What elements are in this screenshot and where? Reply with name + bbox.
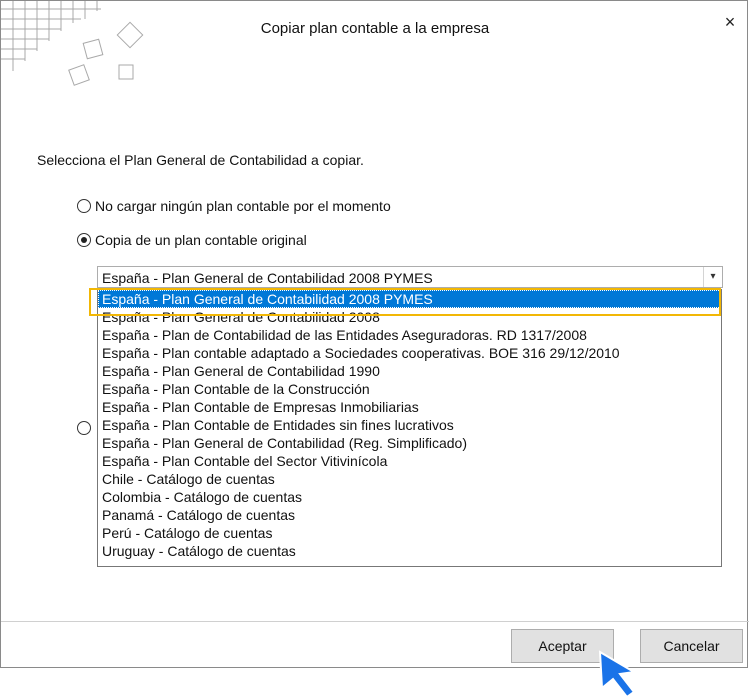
- dropdown-item[interactable]: España - Plan Contable de Empresas Inmob…: [98, 398, 721, 416]
- dropdown-item[interactable]: España - Plan contable adaptado a Socied…: [98, 344, 721, 362]
- close-icon[interactable]: ×: [721, 13, 739, 31]
- dropdown-item[interactable]: España - Plan de Contabilidad de las Ent…: [98, 326, 721, 344]
- dropdown-item[interactable]: España - Plan General de Contabilidad 20…: [98, 290, 721, 308]
- cancel-button[interactable]: Cancelar: [640, 629, 743, 663]
- app-logo-icon: [1, 1, 144, 86]
- radio-no-plan[interactable]: No cargar ningún plan contable por el mo…: [77, 198, 391, 214]
- dropdown-item[interactable]: Panamá - Catálogo de cuentas: [98, 506, 721, 524]
- radio-button-third[interactable]: [77, 421, 91, 435]
- dropdown-item[interactable]: España - Plan Contable del Sector Vitivi…: [98, 452, 721, 470]
- dropdown-item[interactable]: España - Plan Contable de la Construcció…: [98, 380, 721, 398]
- instruction-text: Selecciona el Plan General de Contabilid…: [37, 152, 364, 168]
- radio-button[interactable]: [77, 199, 91, 213]
- plan-select[interactable]: España - Plan General de Contabilidad 20…: [97, 266, 723, 288]
- dropdown-item[interactable]: Perú - Catálogo de cuentas: [98, 524, 721, 542]
- plan-dropdown-list[interactable]: España - Plan General de Contabilidad 20…: [97, 289, 722, 567]
- dropdown-item[interactable]: Uruguay - Catálogo de cuentas: [98, 542, 721, 560]
- footer-divider: [1, 621, 749, 622]
- radio-label: Copia de un plan contable original: [95, 232, 307, 248]
- dropdown-item[interactable]: Colombia - Catálogo de cuentas: [98, 488, 721, 506]
- plan-select-value: España - Plan General de Contabilidad 20…: [102, 270, 433, 286]
- window-title: Copiar plan contable a la empresa: [260, 20, 490, 37]
- cursor-arrow-icon: [598, 650, 637, 698]
- chevron-down-icon[interactable]: ▾: [703, 267, 722, 287]
- dropdown-item[interactable]: Chile - Catálogo de cuentas: [98, 470, 721, 488]
- radio-label: No cargar ningún plan contable por el mo…: [95, 198, 391, 214]
- dropdown-item[interactable]: España - Plan General de Contabilidad 19…: [98, 362, 721, 380]
- dropdown-item[interactable]: España - Plan General de Contabilidad (R…: [98, 434, 721, 452]
- dropdown-item[interactable]: España - Plan Contable de Entidades sin …: [98, 416, 721, 434]
- radio-button[interactable]: [77, 233, 91, 247]
- dialog-window: Copiar plan contable a la empresa × Sele…: [0, 0, 749, 668]
- radio-copy-original[interactable]: Copia de un plan contable original: [77, 232, 307, 248]
- dropdown-item[interactable]: España - Plan General de Contabilidad 20…: [98, 308, 721, 326]
